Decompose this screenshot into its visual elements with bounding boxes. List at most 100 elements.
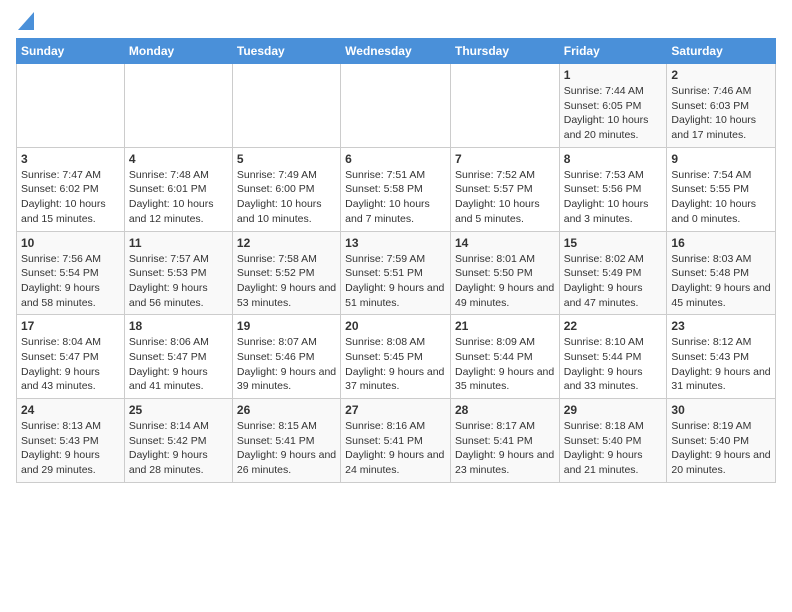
day-info: Sunrise: 7:54 AMSunset: 5:55 PMDaylight:… [671, 168, 771, 227]
calendar-cell: 30 Sunrise: 8:19 AMSunset: 5:40 PMDayligh… [667, 399, 776, 483]
calendar-cell: 20 Sunrise: 8:08 AMSunset: 5:45 PMDayligh… [341, 315, 451, 399]
calendar-table: SundayMondayTuesdayWednesdayThursdayFrid… [16, 38, 776, 483]
day-number: 1 [564, 68, 663, 82]
day-info: Sunrise: 8:01 AMSunset: 5:50 PMDaylight:… [455, 252, 555, 311]
day-info: Sunrise: 8:12 AMSunset: 5:43 PMDaylight:… [671, 335, 771, 394]
weekday-header-cell: Saturday [667, 39, 776, 64]
day-number: 8 [564, 152, 663, 166]
calendar-cell: 21 Sunrise: 8:09 AMSunset: 5:44 PMDayligh… [450, 315, 559, 399]
day-number: 20 [345, 319, 446, 333]
calendar-cell: 14 Sunrise: 8:01 AMSunset: 5:50 PMDayligh… [450, 231, 559, 315]
calendar-cell: 3 Sunrise: 7:47 AMSunset: 6:02 PMDaylight… [17, 147, 125, 231]
calendar-cell: 16 Sunrise: 8:03 AMSunset: 5:48 PMDayligh… [667, 231, 776, 315]
day-info: Sunrise: 8:08 AMSunset: 5:45 PMDaylight:… [345, 335, 446, 394]
calendar-cell [124, 64, 232, 148]
calendar-cell: 5 Sunrise: 7:49 AMSunset: 6:00 PMDaylight… [232, 147, 340, 231]
day-info: Sunrise: 8:04 AMSunset: 5:47 PMDaylight:… [21, 335, 120, 394]
day-info: Sunrise: 8:18 AMSunset: 5:40 PMDaylight:… [564, 419, 663, 478]
calendar-cell: 27 Sunrise: 8:16 AMSunset: 5:41 PMDayligh… [341, 399, 451, 483]
calendar-cell: 25 Sunrise: 8:14 AMSunset: 5:42 PMDayligh… [124, 399, 232, 483]
calendar-cell: 22 Sunrise: 8:10 AMSunset: 5:44 PMDayligh… [559, 315, 667, 399]
day-number: 28 [455, 403, 555, 417]
day-number: 21 [455, 319, 555, 333]
day-info: Sunrise: 7:59 AMSunset: 5:51 PMDaylight:… [345, 252, 446, 311]
calendar-cell: 23 Sunrise: 8:12 AMSunset: 5:43 PMDayligh… [667, 315, 776, 399]
logo [16, 16, 34, 30]
weekday-header-cell: Tuesday [232, 39, 340, 64]
day-info: Sunrise: 8:07 AMSunset: 5:46 PMDaylight:… [237, 335, 336, 394]
weekday-header-row: SundayMondayTuesdayWednesdayThursdayFrid… [17, 39, 776, 64]
day-info: Sunrise: 8:16 AMSunset: 5:41 PMDaylight:… [345, 419, 446, 478]
calendar-cell: 7 Sunrise: 7:52 AMSunset: 5:57 PMDaylight… [450, 147, 559, 231]
day-info: Sunrise: 8:14 AMSunset: 5:42 PMDaylight:… [129, 419, 228, 478]
day-number: 22 [564, 319, 663, 333]
day-number: 26 [237, 403, 336, 417]
day-info: Sunrise: 7:48 AMSunset: 6:01 PMDaylight:… [129, 168, 228, 227]
day-number: 18 [129, 319, 228, 333]
weekday-header-cell: Wednesday [341, 39, 451, 64]
day-info: Sunrise: 8:10 AMSunset: 5:44 PMDaylight:… [564, 335, 663, 394]
calendar-cell: 18 Sunrise: 8:06 AMSunset: 5:47 PMDayligh… [124, 315, 232, 399]
day-number: 17 [21, 319, 120, 333]
day-number: 5 [237, 152, 336, 166]
day-number: 16 [671, 236, 771, 250]
day-number: 3 [21, 152, 120, 166]
calendar-week-row: 17 Sunrise: 8:04 AMSunset: 5:47 PMDayligh… [17, 315, 776, 399]
page-header [16, 16, 776, 30]
day-number: 25 [129, 403, 228, 417]
calendar-cell: 10 Sunrise: 7:56 AMSunset: 5:54 PMDayligh… [17, 231, 125, 315]
calendar-cell: 8 Sunrise: 7:53 AMSunset: 5:56 PMDaylight… [559, 147, 667, 231]
calendar-cell: 2Sunrise: 7:46 AMSunset: 6:03 PMDaylight… [667, 64, 776, 148]
day-info: Sunrise: 8:15 AMSunset: 5:41 PMDaylight:… [237, 419, 336, 478]
weekday-header-cell: Monday [124, 39, 232, 64]
day-number: 29 [564, 403, 663, 417]
day-number: 12 [237, 236, 336, 250]
day-number: 15 [564, 236, 663, 250]
day-number: 23 [671, 319, 771, 333]
day-number: 27 [345, 403, 446, 417]
day-info: Sunrise: 7:56 AMSunset: 5:54 PMDaylight:… [21, 252, 120, 311]
day-number: 14 [455, 236, 555, 250]
calendar-week-row: 10 Sunrise: 7:56 AMSunset: 5:54 PMDayligh… [17, 231, 776, 315]
day-number: 6 [345, 152, 446, 166]
calendar-week-row: 3 Sunrise: 7:47 AMSunset: 6:02 PMDaylight… [17, 147, 776, 231]
weekday-header-cell: Thursday [450, 39, 559, 64]
day-info: Sunrise: 7:58 AMSunset: 5:52 PMDaylight:… [237, 252, 336, 311]
day-number: 10 [21, 236, 120, 250]
calendar-week-row: 24 Sunrise: 8:13 AMSunset: 5:43 PMDayligh… [17, 399, 776, 483]
day-info: Sunrise: 7:51 AMSunset: 5:58 PMDaylight:… [345, 168, 446, 227]
day-number: 30 [671, 403, 771, 417]
day-info: Sunrise: 7:44 AMSunset: 6:05 PMDaylight:… [564, 84, 663, 143]
calendar-body: 1 Sunrise: 7:44 AMSunset: 6:05 PMDaylight… [17, 64, 776, 483]
calendar-cell [450, 64, 559, 148]
day-info: Sunrise: 8:19 AMSunset: 5:40 PMDaylight:… [671, 419, 771, 478]
calendar-cell: 13Sunrise: 7:59 AMSunset: 5:51 PMDayligh… [341, 231, 451, 315]
day-number: 24 [21, 403, 120, 417]
calendar-cell: 28 Sunrise: 8:17 AMSunset: 5:41 PMDayligh… [450, 399, 559, 483]
day-info: Sunrise: 8:17 AMSunset: 5:41 PMDaylight:… [455, 419, 555, 478]
day-number: 9 [671, 152, 771, 166]
day-info: Sunrise: 7:47 AMSunset: 6:02 PMDaylight:… [21, 168, 120, 227]
day-number: 19 [237, 319, 336, 333]
day-info: Sunrise: 8:03 AMSunset: 5:48 PMDaylight:… [671, 252, 771, 311]
logo-wing-icon [14, 12, 34, 30]
day-info: Sunrise: 8:13 AMSunset: 5:43 PMDaylight:… [21, 419, 120, 478]
calendar-cell: 24 Sunrise: 8:13 AMSunset: 5:43 PMDayligh… [17, 399, 125, 483]
day-info: Sunrise: 8:09 AMSunset: 5:44 PMDaylight:… [455, 335, 555, 394]
day-info: Sunrise: 7:52 AMSunset: 5:57 PMDaylight:… [455, 168, 555, 227]
day-info: Sunrise: 7:46 AMSunset: 6:03 PMDaylight:… [671, 84, 771, 143]
day-number: 11 [129, 236, 228, 250]
day-info: Sunrise: 8:02 AMSunset: 5:49 PMDaylight:… [564, 252, 663, 311]
calendar-cell [232, 64, 340, 148]
day-info: Sunrise: 7:49 AMSunset: 6:00 PMDaylight:… [237, 168, 336, 227]
calendar-cell: 15 Sunrise: 8:02 AMSunset: 5:49 PMDayligh… [559, 231, 667, 315]
calendar-week-row: 1 Sunrise: 7:44 AMSunset: 6:05 PMDaylight… [17, 64, 776, 148]
calendar-cell: 19 Sunrise: 8:07 AMSunset: 5:46 PMDayligh… [232, 315, 340, 399]
calendar-cell: 4Sunrise: 7:48 AMSunset: 6:01 PMDaylight… [124, 147, 232, 231]
weekday-header-cell: Friday [559, 39, 667, 64]
day-info: Sunrise: 8:06 AMSunset: 5:47 PMDaylight:… [129, 335, 228, 394]
day-number: 7 [455, 152, 555, 166]
calendar-cell: 29 Sunrise: 8:18 AMSunset: 5:40 PMDayligh… [559, 399, 667, 483]
calendar-cell: 26 Sunrise: 8:15 AMSunset: 5:41 PMDayligh… [232, 399, 340, 483]
day-info: Sunrise: 7:53 AMSunset: 5:56 PMDaylight:… [564, 168, 663, 227]
